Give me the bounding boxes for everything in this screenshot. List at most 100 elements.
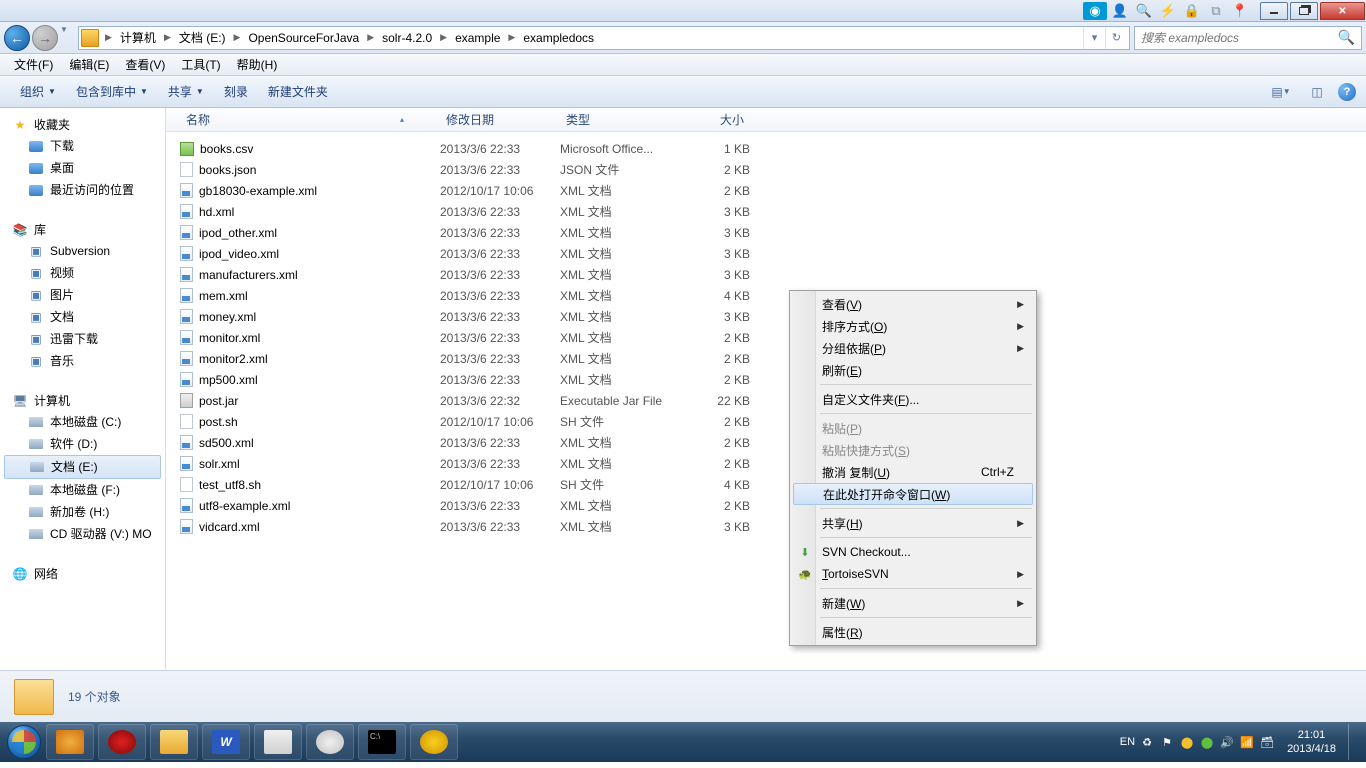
address-dropdown[interactable]: ▾ [1083,27,1105,49]
breadcrumb-segment[interactable]: exampledocs [517,27,600,49]
sidebar-item[interactable]: ▣文档 [0,306,165,328]
breadcrumb-segment[interactable]: solr-4.2.0 [376,27,438,49]
chevron-icon[interactable]: ▶ [103,32,114,43]
sidebar-group-header[interactable]: ★收藏夹 [0,114,165,135]
share-button[interactable]: 共享▼ [158,83,214,100]
context-menu-item[interactable]: 分组依据(P)▶ [792,337,1034,359]
preview-pane-button[interactable]: ◫ [1302,81,1332,103]
taskbar-chrome[interactable] [306,724,354,760]
context-menu-item[interactable]: 查看(V)▶ [792,293,1034,315]
sidebar-group-header[interactable]: 📚库 [0,219,165,240]
help-button[interactable]: ? [1338,83,1356,101]
column-date[interactable]: 修改日期 [440,111,560,128]
app-icon[interactable]: ◉ [1083,2,1107,20]
file-row[interactable]: mp500.xml2013/3/6 22:33XML 文档2 KB [166,369,1366,390]
context-menu-item[interactable]: 共享(H)▶ [792,512,1034,534]
include-library-button[interactable]: 包含到库中▼ [66,83,158,100]
menu-item[interactable]: 工具(T) [173,54,228,76]
sidebar-item[interactable]: 文档 (E:) [4,455,161,479]
sidebar-item[interactable]: 本地磁盘 (F:) [0,479,165,501]
address-bar[interactable]: ▶ 计算机▶文档 (E:)▶OpenSourceForJava▶solr-4.2… [78,26,1130,50]
sidebar-item[interactable]: ▣图片 [0,284,165,306]
tray-network-icon[interactable]: 📶 [1239,734,1255,750]
search-box[interactable]: 🔍 [1134,26,1362,50]
sidebar-group-header[interactable]: 🖥计算机 [0,390,165,411]
breadcrumb-segment[interactable]: OpenSourceForJava [242,27,365,49]
file-row[interactable]: solr.xml2013/3/6 22:33XML 文档2 KB [166,453,1366,474]
tray-recycle-icon[interactable]: ♻ [1139,734,1155,750]
file-row[interactable]: hd.xml2013/3/6 22:33XML 文档3 KB [166,201,1366,222]
file-row[interactable]: ipod_other.xml2013/3/6 22:33XML 文档3 KB [166,222,1366,243]
context-menu-item[interactable]: 撤消 复制(U)Ctrl+Z [792,461,1034,483]
sidebar-item[interactable]: ▣迅雷下载 [0,328,165,350]
breadcrumb-segment[interactable]: 计算机 [114,27,162,49]
taskbar-explorer[interactable] [150,724,198,760]
tray-battery-icon[interactable]: 🗃 [1259,734,1275,750]
context-menu-item[interactable]: 新建(W)▶ [792,592,1034,614]
chevron-icon[interactable]: ▶ [162,32,173,43]
taskbar-word[interactable]: W [202,724,250,760]
tray-shield-icon[interactable]: ⬤ [1179,734,1195,750]
sidebar-item[interactable]: 软件 (D:) [0,433,165,455]
location-icon[interactable]: 📍 [1229,2,1251,20]
file-row[interactable]: post.sh2012/10/17 10:06SH 文件2 KB [166,411,1366,432]
file-row[interactable]: money.xml2013/3/6 22:33XML 文档3 KB [166,306,1366,327]
start-button[interactable] [4,722,44,762]
file-row[interactable]: sd500.xml2013/3/6 22:33XML 文档2 KB [166,432,1366,453]
sidebar-item[interactable]: CD 驱动器 (V:) MO [0,523,165,545]
taskbar-cmd[interactable]: C:\ [358,724,406,760]
context-menu-item[interactable]: 属性(R) [792,621,1034,643]
sidebar-group-header[interactable]: 🌐网络 [0,563,165,584]
close-button[interactable] [1320,2,1365,20]
context-menu-item[interactable]: ⬇SVN Checkout... [792,541,1034,563]
chevron-icon[interactable]: ▶ [438,32,449,43]
view-options-button[interactable]: ▤ ▼ [1266,81,1296,103]
show-desktop-button[interactable] [1348,724,1358,760]
context-menu-item[interactable]: 在此处打开命令窗口(W) [793,483,1033,505]
breadcrumb-segment[interactable]: example [449,27,506,49]
sidebar-item[interactable]: ▣Subversion [0,240,165,262]
file-row[interactable]: utf8-example.xml2013/3/6 22:33XML 文档2 KB [166,495,1366,516]
tray-flag-icon[interactable]: ⚑ [1159,734,1175,750]
file-row[interactable]: post.jar2013/3/6 22:32Executable Jar Fil… [166,390,1366,411]
chevron-icon[interactable]: ▶ [365,32,376,43]
breadcrumb-segment[interactable]: 文档 (E:) [173,27,232,49]
file-row[interactable]: books.json2013/3/6 22:33JSON 文件2 KB [166,159,1366,180]
taskbar-app-5[interactable] [254,724,302,760]
new-folder-button[interactable]: 新建文件夹 [258,83,338,100]
burn-button[interactable]: 刻录 [214,83,258,100]
menu-item[interactable]: 查看(V) [117,54,173,76]
chevron-icon[interactable]: ▶ [232,32,243,43]
menu-item[interactable]: 编辑(E) [61,54,117,76]
back-button[interactable]: ← [4,25,30,51]
column-size[interactable]: 大小 [680,111,750,128]
refresh-button[interactable]: ↻ [1105,27,1127,49]
window-icon[interactable]: ⧉ [1205,2,1227,20]
minimize-button[interactable] [1260,2,1288,20]
search-icon[interactable]: 🔍 [1133,2,1155,20]
lock-icon[interactable]: 🔒 [1181,2,1203,20]
taskbar-app-8[interactable] [410,724,458,760]
menu-item[interactable]: 文件(F) [6,54,61,76]
sidebar-item[interactable]: ▣音乐 [0,350,165,372]
context-menu-item[interactable]: 刷新(E) [792,359,1034,381]
taskbar-app-1[interactable] [46,724,94,760]
history-dropdown[interactable]: ▼ [60,25,72,51]
chevron-icon[interactable]: ▶ [506,32,517,43]
file-row[interactable]: gb18030-example.xml2012/10/17 10:06XML 文… [166,180,1366,201]
sidebar-item[interactable]: 本地磁盘 (C:) [0,411,165,433]
language-indicator[interactable]: EN [1120,736,1135,748]
tray-360-icon[interactable]: ⬤ [1199,734,1215,750]
search-input[interactable] [1141,31,1338,45]
file-row[interactable]: monitor.xml2013/3/6 22:33XML 文档2 KB [166,327,1366,348]
user-icon[interactable]: 👤 [1109,2,1131,20]
sidebar-item[interactable]: 最近访问的位置 [0,179,165,201]
menu-item[interactable]: 帮助(H) [229,54,286,76]
search-icon[interactable]: 🔍 [1338,29,1355,46]
file-row[interactable]: vidcard.xml2013/3/6 22:33XML 文档3 KB [166,516,1366,537]
column-name[interactable]: 名称▴ [180,111,440,128]
tray-volume-icon[interactable]: 🔊 [1219,734,1235,750]
context-menu-item[interactable]: 🐢TortoiseSVN▶ [792,563,1034,585]
file-row[interactable]: mem.xml2013/3/6 22:33XML 文档4 KB [166,285,1366,306]
file-row[interactable]: books.csv2013/3/6 22:33Microsoft Office.… [166,138,1366,159]
